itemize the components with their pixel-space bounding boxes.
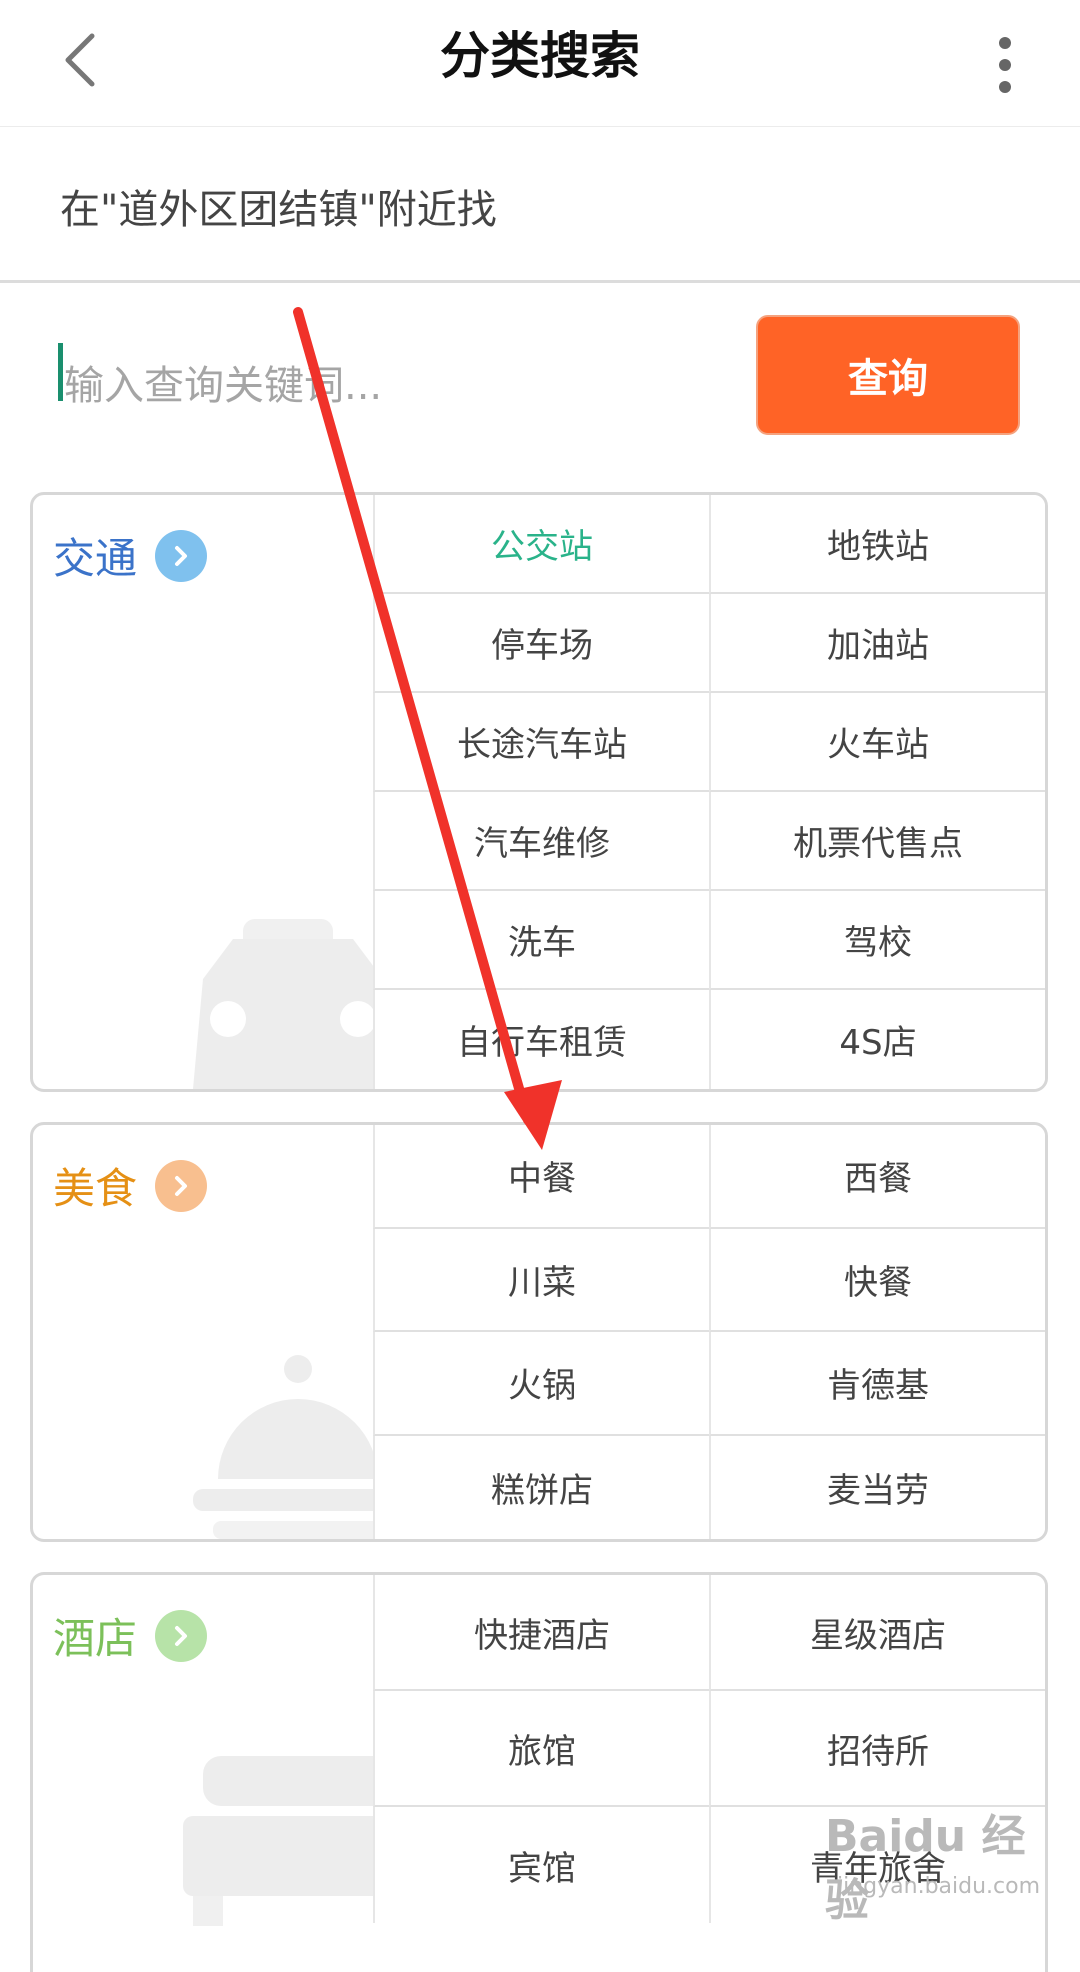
category-item[interactable]: 宾馆 <box>373 1807 709 1923</box>
category-item[interactable]: 肯德基 <box>709 1332 1045 1436</box>
category-grid: 中餐 西餐 川菜 快餐 火锅 肯德基 糕饼店 麦当劳 <box>373 1125 1045 1539</box>
category-item[interactable]: 停车场 <box>373 594 709 693</box>
baidu-watermark: Baidu 经验 jingyan.baidu.com <box>825 1800 1065 1926</box>
category-item[interactable]: 火锅 <box>373 1332 709 1436</box>
chevron-right-icon <box>155 1609 208 1662</box>
baidu-logo-text: Baidu 经验 <box>825 1811 1026 1926</box>
category-label: 酒店 <box>53 1614 138 1663</box>
chevron-right-icon <box>155 529 208 582</box>
category-item[interactable]: 川菜 <box>373 1228 709 1332</box>
search-row: 查询 <box>0 285 1080 455</box>
category-item[interactable]: 地铁站 <box>709 495 1045 594</box>
car-icon <box>193 919 393 1089</box>
category-item[interactable]: 机票代售点 <box>709 792 1045 891</box>
category-item[interactable]: 中餐 <box>373 1125 709 1229</box>
category-label: 美食 <box>53 1164 138 1213</box>
category-item[interactable]: 公交站 <box>373 495 709 594</box>
category-item[interactable]: 4S店 <box>709 990 1045 1089</box>
bed-icon <box>183 1756 403 1926</box>
category-card-transport: 交通 公交站 地铁站 停车场 加油站 长途汽车站 火车站 汽车维修 机票代售点 … <box>30 492 1048 1092</box>
category-item[interactable]: 招待所 <box>709 1691 1045 1807</box>
category-item[interactable]: 汽车维修 <box>373 792 709 891</box>
category-label: 交通 <box>53 534 138 583</box>
category-item[interactable]: 糕饼店 <box>373 1435 709 1539</box>
search-input[interactable] <box>58 340 666 432</box>
more-vertical-icon <box>999 37 1011 49</box>
category-item[interactable]: 洗车 <box>373 891 709 990</box>
top-bar: 分类搜索 <box>0 0 1080 127</box>
food-cloche-icon <box>193 1355 403 1539</box>
category-item[interactable]: 旅馆 <box>373 1691 709 1807</box>
query-button[interactable]: 查询 <box>756 315 1020 435</box>
category-item[interactable]: 快捷酒店 <box>373 1575 709 1691</box>
category-grid: 公交站 地铁站 停车场 加油站 长途汽车站 火车站 汽车维修 机票代售点 洗车 … <box>373 495 1045 1089</box>
location-row[interactable]: 在"道外区团结镇"附近找 <box>0 127 1080 283</box>
text-caret <box>58 343 63 401</box>
category-item[interactable]: 星级酒店 <box>709 1575 1045 1691</box>
category-header-transport[interactable]: 交通 <box>53 525 208 586</box>
category-item[interactable]: 加油站 <box>709 594 1045 693</box>
category-item[interactable]: 快餐 <box>709 1228 1045 1332</box>
page-title: 分类搜索 <box>440 27 640 85</box>
chevron-right-icon <box>155 1159 208 1212</box>
category-item[interactable]: 麦当劳 <box>709 1435 1045 1539</box>
category-item[interactable]: 长途汽车站 <box>373 693 709 792</box>
baidu-url-text: jingyan.baidu.com <box>837 1874 1041 1899</box>
category-header-food[interactable]: 美食 <box>53 1155 208 1216</box>
category-card-food: 美食 中餐 西餐 川菜 快餐 火锅 肯德基 糕饼店 麦当劳 <box>30 1122 1048 1542</box>
location-text: 在"道外区团结镇"附近找 <box>60 187 497 233</box>
more-options-button[interactable] <box>985 20 1025 110</box>
category-item[interactable]: 西餐 <box>709 1125 1045 1229</box>
category-item[interactable]: 火车站 <box>709 693 1045 792</box>
category-header-hotel[interactable]: 酒店 <box>53 1605 208 1666</box>
category-item[interactable]: 自行车租赁 <box>373 990 709 1089</box>
category-item[interactable]: 驾校 <box>709 891 1045 990</box>
